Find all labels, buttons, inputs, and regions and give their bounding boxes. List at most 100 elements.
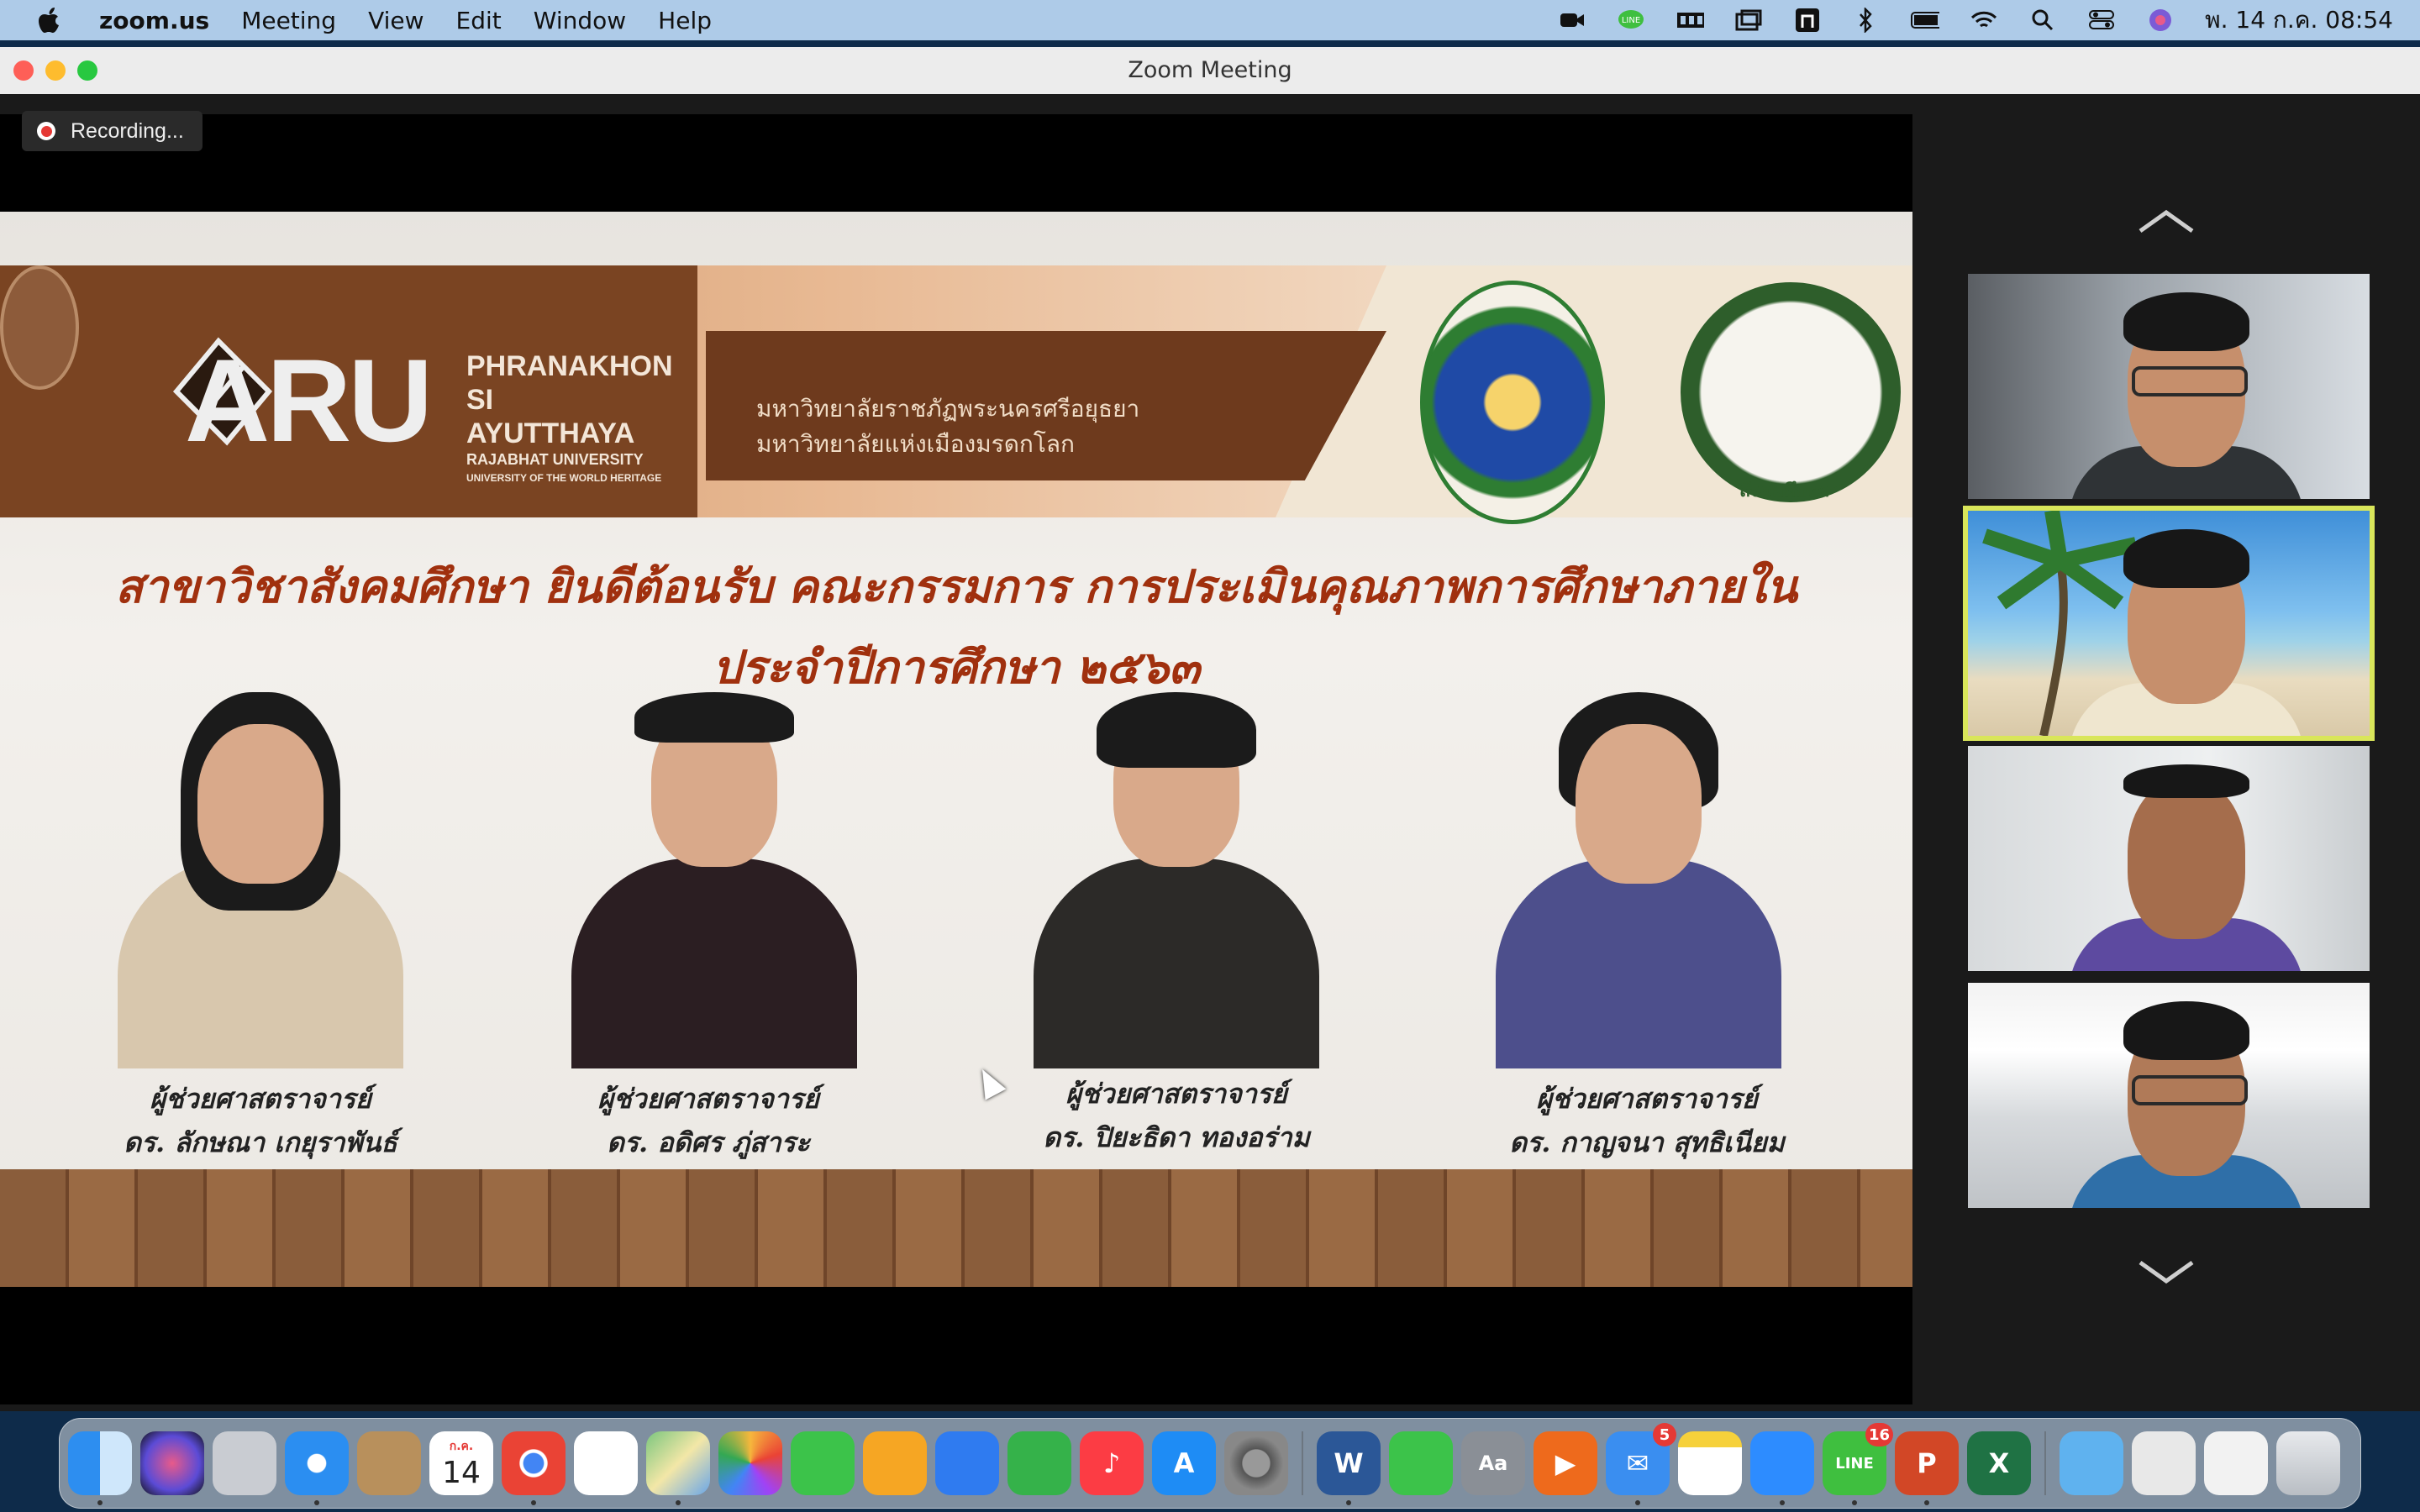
trash-icon[interactable] bbox=[2276, 1431, 2340, 1495]
messages-icon[interactable] bbox=[1389, 1431, 1453, 1495]
zoom-icon[interactable] bbox=[1750, 1431, 1814, 1505]
infuse-icon[interactable]: ▶ bbox=[1534, 1431, 1597, 1495]
line-icon[interactable]: LINE 16 bbox=[1823, 1423, 1893, 1505]
line-status-icon[interactable]: LINE bbox=[1617, 8, 1645, 33]
person-caption-4: ผู้ช่วยศาสตราจารย์ ดร. กาญจนา สุทธิเนียม bbox=[1428, 1077, 1865, 1164]
app-menu[interactable]: zoom.us bbox=[99, 7, 209, 34]
menu-view[interactable]: View bbox=[368, 7, 424, 34]
aru-logo-name: PHRANAKHON SI AYUTTHAYA RAJABHAT UNIVERS… bbox=[466, 349, 697, 487]
wooden-floor bbox=[0, 1169, 1912, 1287]
person-name-1: ดร. ลักษณา เกยุราพันธ์ bbox=[124, 1126, 397, 1158]
screenshot-stack-icon[interactable] bbox=[2204, 1431, 2268, 1495]
siri-dock-icon[interactable] bbox=[140, 1431, 204, 1495]
dictionary-icon[interactable]: Aa bbox=[1461, 1431, 1525, 1495]
person-photo-4 bbox=[1462, 692, 1815, 1068]
pages-icon[interactable] bbox=[863, 1431, 927, 1495]
logo-name-line2: AYUTTHAYA bbox=[466, 417, 635, 449]
powerpoint-icon[interactable]: P bbox=[1895, 1431, 1959, 1505]
books-status-icon[interactable] bbox=[1676, 8, 1705, 33]
participant-video-4[interactable] bbox=[1968, 983, 2370, 1208]
logo-name-line4: UNIVERSITY OF THE WORLD HERITAGE bbox=[466, 472, 662, 484]
reminders-icon[interactable] bbox=[574, 1431, 638, 1495]
document-stack-icon[interactable] bbox=[2132, 1431, 2196, 1495]
keynote-icon[interactable] bbox=[935, 1431, 999, 1495]
menu-meeting[interactable]: Meeting bbox=[241, 7, 336, 34]
person-name-2: ดร. อดิศร ภู่สาระ bbox=[607, 1126, 810, 1158]
logo-name-line1: PHRANAKHON SI bbox=[466, 350, 673, 416]
social-studies-emblem-icon bbox=[1681, 282, 1901, 502]
chevron-up-icon[interactable] bbox=[2133, 207, 2200, 240]
line-badge: 16 bbox=[1865, 1423, 1893, 1446]
svg-text:LINE: LINE bbox=[1622, 16, 1640, 25]
dock: ก.ค. 14 ♪ A W Aa ▶ ✉ 5 LINE 16 P X bbox=[59, 1418, 2361, 1509]
maps-icon[interactable] bbox=[646, 1431, 710, 1505]
thai-name-line2: มหาวิทยาลัยแห่งเมืองมรดกโลก bbox=[756, 431, 1075, 457]
thai-name-line1: มหาวิทยาลัยราชภัฏพระนครศรีอยุธยา bbox=[756, 396, 1140, 422]
recording-indicator[interactable]: Recording... bbox=[22, 111, 203, 151]
chevron-down-icon[interactable] bbox=[2133, 1257, 2200, 1290]
person-title-4: ผู้ช่วยศาสตราจารย์ bbox=[1536, 1083, 1758, 1115]
window-title: Zoom Meeting bbox=[1128, 57, 1292, 83]
aru-logo-block: ARU PHRANAKHON SI AYUTTHAYA RAJABHAT UNI… bbox=[0, 265, 697, 517]
status-area: LINE พ. 14 ก.ค. 08:54 bbox=[1558, 0, 2393, 40]
facetime-icon[interactable] bbox=[791, 1431, 855, 1495]
wifi-icon[interactable] bbox=[1970, 8, 1998, 33]
thai-name-text: มหาวิทยาลัยราชภัฏพระนครศรีอยุธยา มหาวิทย… bbox=[756, 391, 1139, 462]
safari-icon[interactable] bbox=[285, 1431, 349, 1505]
menu-help[interactable]: Help bbox=[658, 7, 712, 34]
slide-title-line1: สาขาวิชาสังคมศึกษา ยินดีต้อนรับ คณะกรรมก… bbox=[115, 559, 1797, 613]
window-status-icon[interactable] bbox=[1734, 8, 1763, 33]
app-store-icon[interactable]: A bbox=[1152, 1431, 1216, 1495]
siri-icon[interactable] bbox=[2146, 8, 2175, 33]
participant-video-panel bbox=[1912, 114, 2420, 1404]
slide-title: สาขาวิชาสังคมศึกษา ยินดีต้อนรับ คณะกรรมก… bbox=[0, 546, 1912, 707]
person-caption-2: ผู้ช่วยศาสตราจารย์ ดร. อดิศร ภู่สาระ bbox=[490, 1077, 927, 1164]
person-caption-3: ผู้ช่วยศาสตราจารย์ ดร. ปิยะธิดา ทองอร่าม bbox=[958, 1072, 1395, 1159]
participant-video-1[interactable] bbox=[1968, 274, 2370, 499]
zoom-window: Zoom Meeting Recording... ARU PHRANAKHON… bbox=[0, 47, 2420, 1411]
menu-bar: zoom.us Meeting View Edit Window Help LI… bbox=[0, 0, 2420, 40]
shared-screen[interactable]: ARU PHRANAKHON SI AYUTTHAYA RAJABHAT UNI… bbox=[0, 114, 1912, 1404]
university-seal-icon bbox=[0, 265, 79, 390]
bluetooth-icon[interactable] bbox=[1852, 8, 1881, 33]
battery-icon[interactable] bbox=[1911, 8, 1940, 33]
launchpad-icon[interactable] bbox=[213, 1431, 276, 1495]
calendar-icon[interactable]: ก.ค. 14 bbox=[429, 1431, 493, 1495]
control-center-icon[interactable] bbox=[2087, 8, 2116, 33]
person-photo-1 bbox=[84, 692, 437, 1068]
person-title-2: ผู้ช่วยศาสตราจารย์ bbox=[597, 1083, 819, 1115]
numbers-icon[interactable] bbox=[1007, 1431, 1071, 1495]
window-titlebar: Zoom Meeting bbox=[0, 47, 2420, 95]
record-icon bbox=[37, 122, 55, 140]
person-title-3: ผู้ช่วยศาสตราจารย์ bbox=[1065, 1078, 1287, 1110]
downloads-folder-icon[interactable] bbox=[2060, 1431, 2123, 1495]
presentation-slide: ARU PHRANAKHON SI AYUTTHAYA RAJABHAT UNI… bbox=[0, 212, 1912, 1287]
apple-icon[interactable] bbox=[32, 2, 69, 39]
zoom-status-icon[interactable] bbox=[1558, 8, 1586, 33]
contacts-icon[interactable] bbox=[357, 1431, 421, 1495]
menu-edit[interactable]: Edit bbox=[456, 7, 502, 34]
music-icon[interactable]: ♪ bbox=[1080, 1431, 1144, 1495]
finder-icon[interactable] bbox=[68, 1431, 132, 1505]
search-icon[interactable] bbox=[2028, 8, 2057, 33]
chrome-icon[interactable] bbox=[502, 1431, 566, 1505]
notes-icon[interactable] bbox=[1678, 1431, 1742, 1495]
word-icon[interactable]: W bbox=[1317, 1431, 1381, 1505]
excel-icon[interactable]: X bbox=[1967, 1431, 2031, 1495]
university-emblem-icon bbox=[1420, 281, 1605, 524]
participant-video-3[interactable] bbox=[1968, 746, 2370, 971]
mail-badge: 5 bbox=[1653, 1423, 1676, 1446]
menu-window[interactable]: Window bbox=[534, 7, 626, 34]
mail-icon[interactable]: ✉ 5 bbox=[1606, 1423, 1676, 1505]
person-caption-1: ผู้ช่วยศาสตราจารย์ ดร. ลักษณา เกยุราพันธ… bbox=[42, 1077, 479, 1164]
participant-video-2-active-speaker[interactable] bbox=[1963, 506, 2375, 741]
dock-separator-2 bbox=[2044, 1431, 2046, 1495]
menubar-clock[interactable]: พ. 14 ก.ค. 08:54 bbox=[2205, 2, 2393, 39]
system-preferences-icon[interactable] bbox=[1224, 1431, 1288, 1495]
calendar-month: ก.ค. bbox=[449, 1439, 474, 1453]
app-status-icon[interactable] bbox=[1793, 8, 1822, 33]
aru-logo-text: ARU bbox=[185, 334, 433, 466]
dock-separator bbox=[1302, 1431, 1303, 1495]
recording-label: Recording... bbox=[71, 118, 184, 143]
photos-icon[interactable] bbox=[718, 1431, 782, 1495]
